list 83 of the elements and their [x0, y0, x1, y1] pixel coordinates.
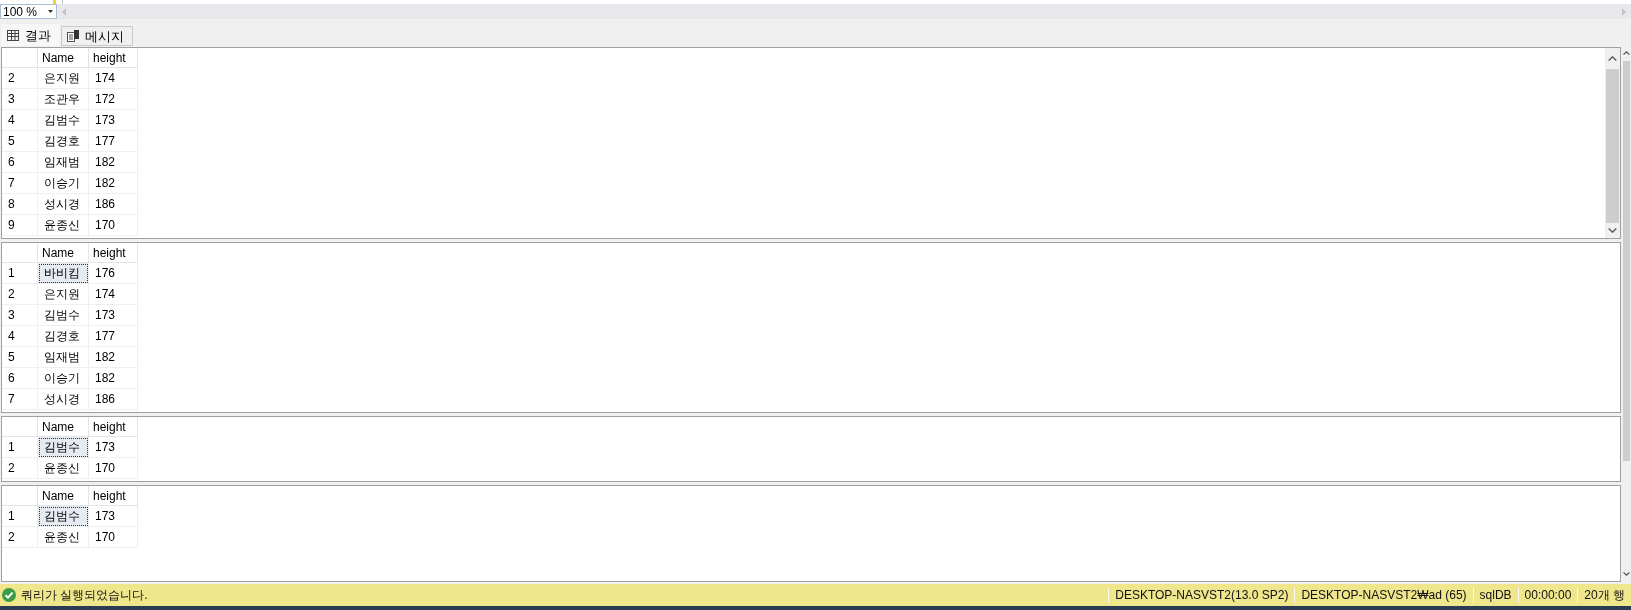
row-number: 7: [2, 173, 38, 194]
caret-down-icon: [48, 10, 53, 13]
table-cell: 182: [89, 152, 138, 173]
row-number: 8: [2, 194, 38, 215]
table-cell: 174: [89, 284, 138, 305]
table-cell: 170: [89, 215, 138, 236]
scrollbar-thumb[interactable]: [1623, 61, 1630, 461]
grid-corner-cell: [2, 486, 38, 506]
status-message: 쿼리가 실행되었습니다.: [21, 589, 148, 601]
grid-corner-cell: [2, 48, 38, 68]
row-number: 5: [2, 347, 38, 368]
table-cell: 김범수: [38, 110, 89, 131]
table-cell: 윤종신: [38, 458, 89, 479]
row-number: 2: [2, 68, 38, 89]
row-number: 2: [2, 284, 38, 305]
row-number: 3: [2, 305, 38, 326]
table-cell: 173: [89, 305, 138, 326]
row-number: 3: [2, 89, 38, 110]
table-cell: 임재범: [38, 347, 89, 368]
row-number: 4: [2, 326, 38, 347]
scroll-left-arrow-icon[interactable]: [62, 7, 66, 16]
table-cell: 윤종신: [38, 215, 89, 236]
table-icon: [7, 29, 19, 41]
table-cell: 김경호: [38, 131, 89, 152]
table-cell: 182: [89, 173, 138, 194]
row-number: 4: [2, 110, 38, 131]
table-cell: 177: [89, 326, 138, 347]
table-cell: 이승기: [38, 368, 89, 389]
table-cell: 바비킴: [38, 263, 89, 284]
check-circle-icon: [2, 588, 16, 602]
table-cell: 이승기: [38, 173, 89, 194]
table-cell: 182: [89, 347, 138, 368]
table-cell: 186: [89, 389, 138, 410]
status-bar-text: sqlDB: [1472, 587, 1518, 603]
table-cell: 성시경: [38, 389, 89, 410]
table-cell: 173: [89, 437, 138, 458]
table-cell: 김범수: [38, 506, 89, 527]
column-header: height: [89, 243, 138, 263]
tab[interactable]: 결과: [1, 24, 60, 46]
table-cell: 김범수: [38, 437, 89, 458]
table-cell: 182: [89, 368, 138, 389]
table-cell: 176: [89, 263, 138, 284]
table-cell: 174: [89, 68, 138, 89]
status-bar-text: 00:00:00: [1517, 587, 1578, 603]
row-number: 9: [2, 215, 38, 236]
table-cell: 170: [89, 458, 138, 479]
row-number: 5: [2, 131, 38, 152]
table-cell: 173: [89, 506, 138, 527]
change-bar-icon: [53, 0, 56, 4]
scrollbar-thumb[interactable]: [1606, 69, 1619, 223]
table-cell: 김경호: [38, 326, 89, 347]
column-header: height: [89, 48, 138, 68]
scroll-right-arrow-icon[interactable]: [1622, 7, 1626, 16]
table-cell: 170: [89, 527, 138, 548]
document-icon: [67, 30, 79, 42]
row-number: 6: [2, 152, 38, 173]
row-number: 2: [2, 458, 38, 479]
table-cell: 윤종신: [38, 527, 89, 548]
table-cell: 조관우: [38, 89, 89, 110]
status-bar-text: 20개 행: [1577, 587, 1631, 603]
column-header: Name: [38, 48, 89, 68]
vertical-scrollbar[interactable]: [1605, 48, 1620, 238]
row-number: 7: [2, 389, 38, 410]
table-cell: 172: [89, 89, 138, 110]
table-cell: 은지원: [38, 68, 89, 89]
grid-corner-cell: [2, 417, 38, 437]
row-number: 2: [2, 527, 38, 548]
table-cell: 임재범: [38, 152, 89, 173]
column-header: height: [89, 486, 138, 506]
horizontal-scrollbar[interactable]: [57, 4, 1631, 19]
tab[interactable]: 메시지: [61, 26, 133, 46]
zoom-dropdown[interactable]: 100 %: [0, 4, 57, 19]
column-header: height: [89, 417, 138, 437]
table-cell: 김범수: [38, 305, 89, 326]
table-cell: 은지원: [38, 284, 89, 305]
table-cell: 186: [89, 194, 138, 215]
table-cell: 177: [89, 131, 138, 152]
table-cell: 성시경: [38, 194, 89, 215]
status-bar-text: DESKTOP-NASVST2(13.0 SP2): [1108, 587, 1295, 603]
row-number: 6: [2, 368, 38, 389]
table-cell: 173: [89, 110, 138, 131]
grid-corner-cell: [2, 243, 38, 263]
status-bar-text: DESKTOP-NASVST2₩ad (65): [1294, 587, 1473, 603]
